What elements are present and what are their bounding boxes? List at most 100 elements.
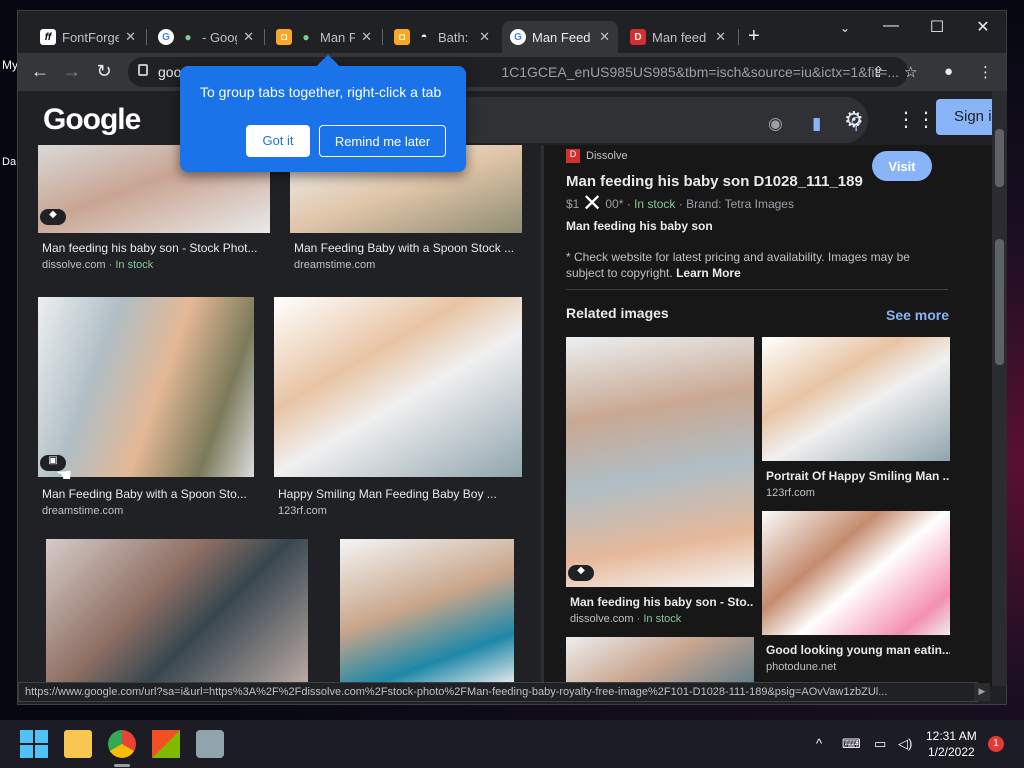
related-images-heading: Related images xyxy=(566,305,669,321)
clock-date: 1/2/2022 xyxy=(927,745,975,759)
bookmark-star-icon[interactable]: ☆ xyxy=(904,63,917,81)
maximize-icon[interactable]: ☐ xyxy=(914,17,960,37)
page-scrollbar[interactable] xyxy=(992,91,1007,686)
tab-man-feed-active[interactable]: G Man Feed ✕ xyxy=(502,21,618,53)
user-icon: ● xyxy=(180,29,196,45)
tab-man-f[interactable]: ◘ ● Man F ✕ xyxy=(268,21,380,53)
close-tab-icon[interactable]: ✕ xyxy=(715,29,726,45)
reload-icon[interactable]: ↻ xyxy=(92,61,116,82)
tab-title: Man Feed xyxy=(532,29,591,45)
lock-icon xyxy=(138,64,148,76)
bookmark-favicon-icon: ◘ xyxy=(394,29,410,45)
profile-icon[interactable]: ● xyxy=(944,63,953,80)
tab-strip: ff FontForge ✕ G ● - Goog ✕ ◘ ● Man F ✕ … xyxy=(18,11,1006,53)
learn-more-link[interactable]: Learn More xyxy=(676,266,741,280)
close-tab-icon[interactable]: ✕ xyxy=(479,29,490,45)
menu-kebab-icon[interactable]: ⋮ xyxy=(978,63,993,81)
chevron-up-icon[interactable]: ^ xyxy=(816,736,822,751)
url-path: 1C1GCEA_enUS985US985&tbm=isch&source=iu&… xyxy=(501,64,900,80)
taskbar: ^ ⌨ ▭ ◁) 12:31 AM 1/2/2022 1 xyxy=(0,720,1024,768)
tab-man-feed-dissolve[interactable]: D Man feed ✕ xyxy=(622,21,734,53)
chrome-icon[interactable] xyxy=(108,730,136,758)
product-tag-icon: ◆ xyxy=(40,209,66,225)
file-explorer-icon[interactable] xyxy=(64,730,92,758)
see-more-link[interactable]: See more xyxy=(886,307,949,323)
remind-later-button[interactable]: Remind me later xyxy=(319,125,446,157)
minimize-icon[interactable]: — xyxy=(868,17,914,35)
result-source: dissolve.com · In stock xyxy=(42,259,154,271)
result-thumbnail[interactable] xyxy=(38,297,254,477)
search-box[interactable]: ◉ ▮ ⚲ xyxy=(438,97,868,143)
close-tab-icon[interactable]: ✕ xyxy=(125,29,136,45)
network-icon[interactable]: ▭ xyxy=(874,736,886,752)
related-title[interactable]: Good looking young man eatin... xyxy=(766,643,950,657)
bookmark-favicon-icon: ◘ xyxy=(276,29,292,45)
browser-toolbar: ← → ↻ goo 1C1GCEA_enUS985US985&tbm=isch&… xyxy=(18,53,1006,91)
tab-bath[interactable]: ◘ ◓ Bath: ✕ xyxy=(386,21,498,53)
tab-google[interactable]: G ● - Goog ✕ xyxy=(150,21,262,53)
related-thumbnail[interactable] xyxy=(566,337,754,587)
sign-in-button[interactable]: Sign i xyxy=(936,99,992,135)
result-title[interactable]: Happy Smiling Man Feeding Baby Boy ... xyxy=(278,487,518,501)
tip-message: To group tabs together, right-click a ta… xyxy=(200,84,442,100)
got-it-button[interactable]: Got it xyxy=(246,125,310,157)
tab-title: Bath: xyxy=(438,29,469,45)
new-tab-plus-icon[interactable]: + xyxy=(748,25,760,48)
keyboard-icon[interactable]: ⌨ xyxy=(842,736,861,752)
close-tab-icon[interactable]: ✕ xyxy=(243,29,254,45)
related-thumbnail[interactable] xyxy=(762,511,950,635)
related-source: dissolve.com · In stock xyxy=(570,613,682,625)
result-title[interactable]: Man Feeding Baby with a Spoon Sto... xyxy=(42,487,252,501)
clock[interactable]: 12:31 AM 1/2/2022 xyxy=(926,728,977,760)
notification-badge[interactable]: 1 xyxy=(988,736,1004,752)
related-title[interactable]: Portrait Of Happy Smiling Man ... xyxy=(766,469,950,483)
image-preview-panel: D Dissolve Visit Man feeding his baby son… xyxy=(544,145,992,686)
close-window-icon[interactable]: ✕ xyxy=(960,17,1006,37)
panel-source[interactable]: D Dissolve xyxy=(566,149,628,163)
dissolve-favicon-icon: D xyxy=(630,29,646,45)
related-thumbnail[interactable] xyxy=(566,637,754,686)
tab-search-chevron-icon[interactable]: ⌄ xyxy=(822,21,868,35)
result-title[interactable]: Man Feeding Baby with a Spoon Stock ... xyxy=(294,241,520,255)
close-tab-icon[interactable]: ✕ xyxy=(599,29,610,45)
scroll-thumb[interactable] xyxy=(995,239,1004,365)
tab-title: FontForge xyxy=(62,29,120,45)
tab-group-tip-bubble: To group tabs together, right-click a ta… xyxy=(180,66,466,172)
browser-window: ff FontForge ✕ G ● - Goog ✕ ◘ ● Man F ✕ … xyxy=(17,10,1007,705)
google-images-page: Google ◉ ▮ ⚲ ⚙ ⋮⋮⋮ Sign i ◆ Man feeding … xyxy=(18,91,992,686)
status-url-bar: https://www.google.com/url?sa=i&url=http… xyxy=(18,682,978,702)
microphone-icon[interactable]: ▮ xyxy=(812,114,821,134)
result-thumbnail[interactable] xyxy=(274,297,522,477)
result-source: dreamstime.com xyxy=(42,505,124,517)
copyright-note: * Check website for latest pricing and a… xyxy=(566,250,910,280)
tab-fontforge[interactable]: ff FontForge ✕ xyxy=(32,21,144,53)
dissolve-favicon-icon: D xyxy=(566,149,580,163)
visit-button[interactable]: Visit xyxy=(872,151,932,181)
related-title[interactable]: Man feeding his baby son - Sto... xyxy=(570,595,754,609)
scroll-right-arrow-icon[interactable]: ▶ xyxy=(974,683,990,701)
result-thumbnail[interactable] xyxy=(46,539,308,686)
panel-description: Man feeding his baby son xyxy=(566,219,713,233)
result-thumbnail[interactable] xyxy=(340,539,514,686)
settings-gear-icon[interactable]: ⚙ xyxy=(844,107,864,133)
store-icon[interactable] xyxy=(152,730,180,758)
forward-arrow-icon[interactable]: → xyxy=(60,61,84,82)
volume-icon[interactable]: ◁) xyxy=(898,736,912,752)
panel-title[interactable]: Man feeding his baby son D1028_111_189 xyxy=(566,173,863,190)
camera-icon[interactable]: ◉ xyxy=(768,114,783,134)
result-title[interactable]: Man feeding his baby son - Stock Phot... xyxy=(42,241,268,255)
user-icon: ● xyxy=(298,29,314,45)
app-icon[interactable] xyxy=(196,730,224,758)
share-icon[interactable]: ⇪ xyxy=(872,63,885,81)
close-tab-icon[interactable]: ✕ xyxy=(361,29,372,45)
tab-title: - Goog xyxy=(202,29,237,45)
panel-meta: $1 00* · In stock · Brand: Tetra Images xyxy=(566,197,794,211)
divider xyxy=(566,289,948,290)
related-thumbnail[interactable] xyxy=(762,337,950,461)
windows-start-icon[interactable] xyxy=(20,730,48,758)
back-arrow-icon[interactable]: ← xyxy=(28,61,52,82)
panel-scroll-thumb[interactable] xyxy=(995,129,1004,187)
active-app-indicator xyxy=(114,764,130,767)
result-source: 123rf.com xyxy=(278,505,327,517)
google-logo[interactable]: Google xyxy=(43,103,141,137)
